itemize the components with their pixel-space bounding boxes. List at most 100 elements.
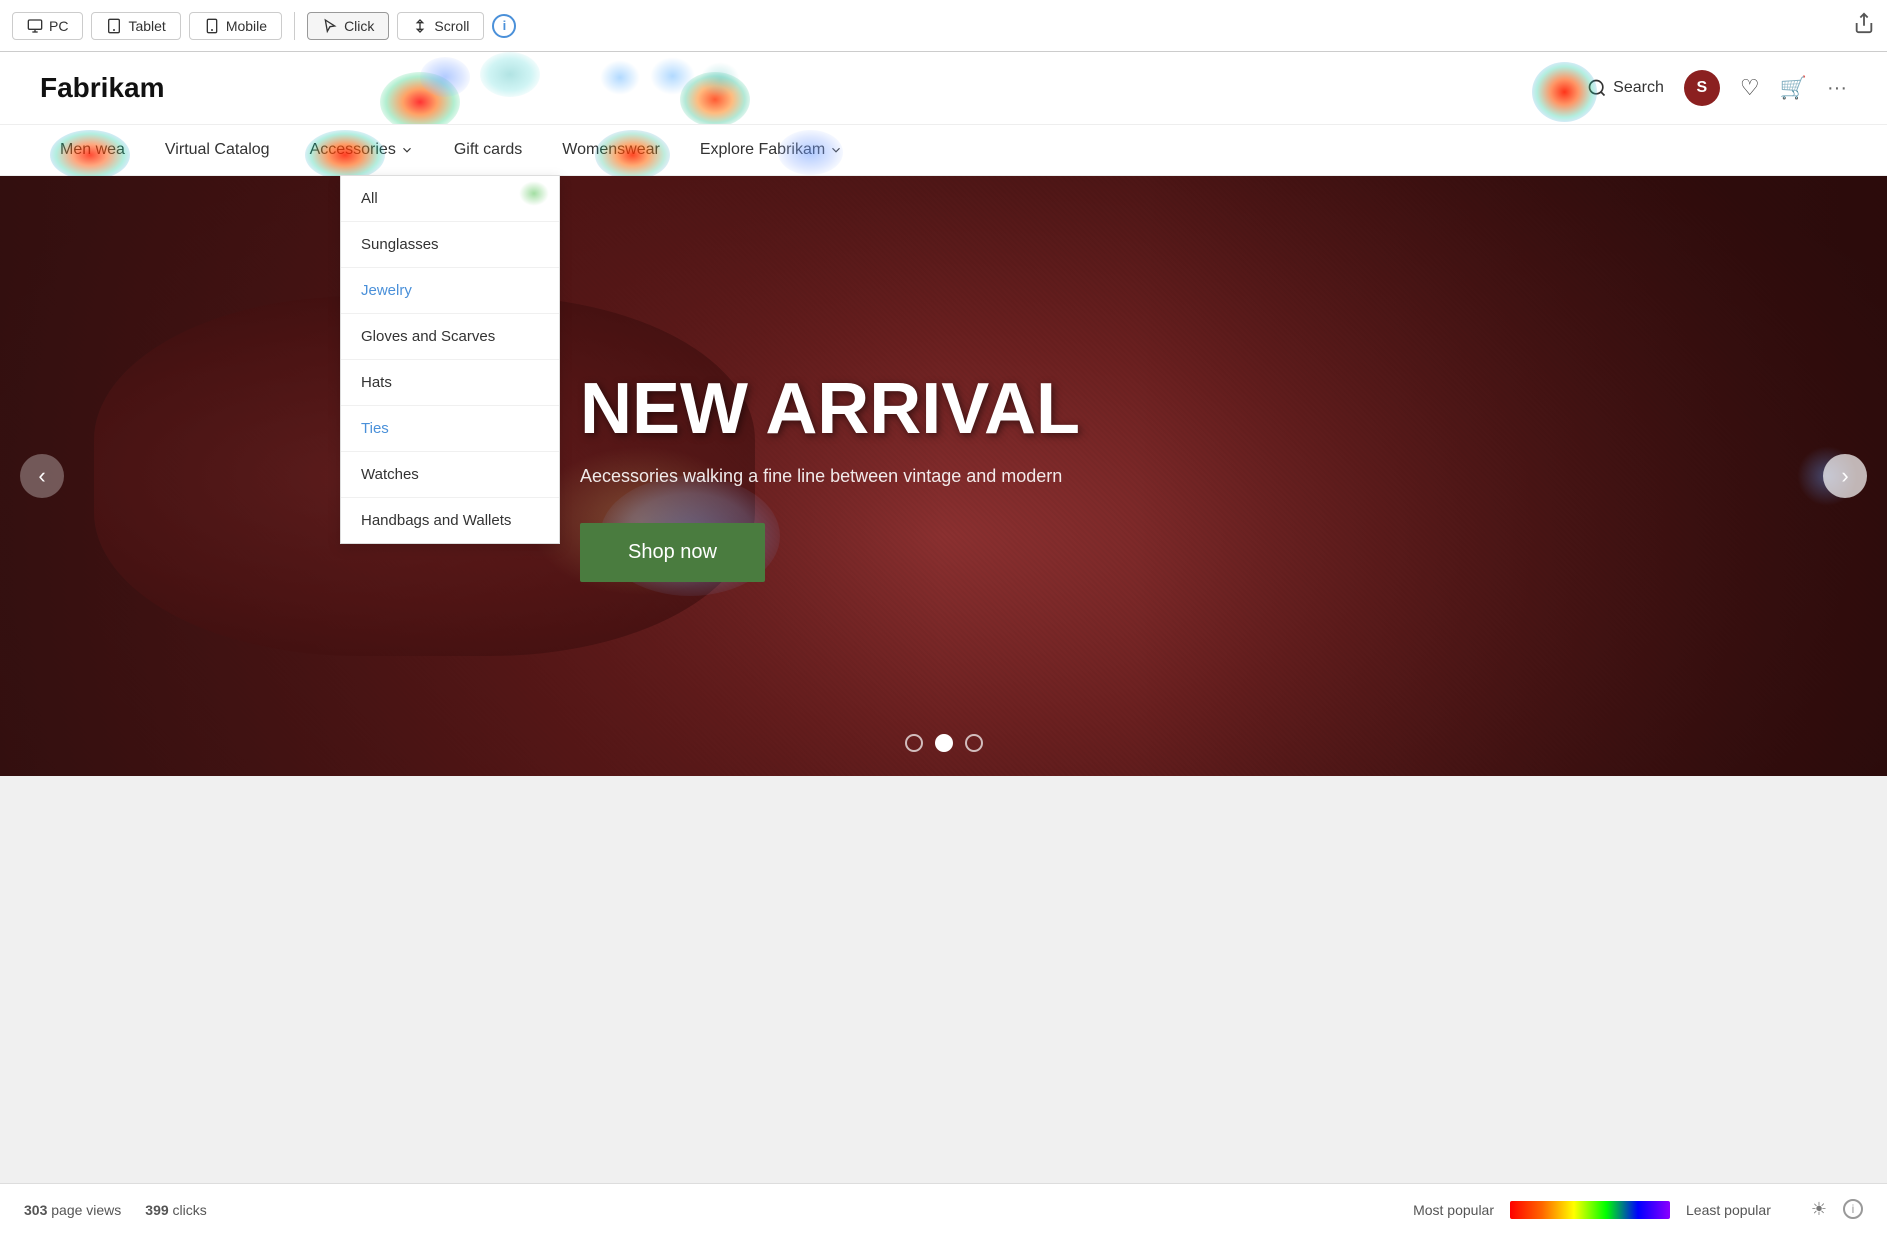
- shop-now-button[interactable]: Shop now: [580, 523, 765, 582]
- heatmap-blob-top3: [600, 60, 640, 95]
- heatmap-blob-all: [519, 181, 549, 206]
- hero-title-main: EW ARRIVAL: [632, 369, 1080, 449]
- nav-item-accessories[interactable]: Accessories: [290, 125, 434, 175]
- account-button[interactable]: S: [1684, 70, 1720, 106]
- nav-label-explore: Explore Fabrikam: [700, 141, 825, 159]
- hero-subtitle: Aecessories walking a fine line between …: [580, 466, 1080, 487]
- status-actions: ☀ i: [1811, 1199, 1863, 1220]
- chevron-down-icon: [400, 143, 414, 157]
- tablet-icon: [106, 18, 122, 34]
- share-button[interactable]: [1853, 12, 1875, 39]
- hero-title: NEW ARRIVAL: [580, 370, 1080, 449]
- tablet-button[interactable]: Tablet: [91, 12, 180, 40]
- hero-dots: [905, 734, 983, 752]
- hero-dot-2[interactable]: [935, 734, 953, 752]
- heatmap-blob-top2: [480, 52, 540, 97]
- page-views-label-text: page views: [51, 1202, 121, 1218]
- account-initial: S: [1697, 79, 1708, 97]
- mobile-label: Mobile: [226, 18, 267, 34]
- more-button[interactable]: ···: [1827, 77, 1847, 100]
- dropdown-label-jewelry: Jewelry: [361, 282, 412, 299]
- heatmap-blob-top5: [700, 62, 740, 97]
- tablet-label: Tablet: [128, 18, 165, 34]
- dropdown-label-gloves: Gloves and Scarves: [361, 328, 495, 345]
- pc-label: PC: [49, 18, 68, 34]
- dropdown-item-ties[interactable]: Ties: [341, 406, 559, 452]
- nav-item-explore[interactable]: Explore Fabrikam: [680, 125, 863, 175]
- dropdown-label-hats: Hats: [361, 374, 392, 391]
- cart-button[interactable]: 🛒: [1780, 75, 1807, 101]
- click-label: Click: [344, 18, 374, 34]
- dropdown-item-handbags[interactable]: Handbags and Wallets: [341, 498, 559, 543]
- hero-dot-1[interactable]: [905, 734, 923, 752]
- pc-button[interactable]: PC: [12, 12, 83, 40]
- mobile-button[interactable]: Mobile: [189, 12, 282, 40]
- clicks-label-text: clicks: [173, 1202, 207, 1218]
- dropdown-label-handbags: Handbags and Wallets: [361, 512, 511, 529]
- hero-title-prefix: N: [580, 369, 632, 449]
- heatmap-blob-accessories: [380, 72, 460, 124]
- search-label: Search: [1613, 79, 1664, 97]
- dropdown-label-all: All: [361, 190, 378, 207]
- hero-section: ‹ NEW ARRIVAL Aecessories walking a fine…: [0, 176, 1887, 776]
- site-nav: Men wea Virtual Catalog Accessories Gift…: [0, 125, 1887, 176]
- hero-subtitle-prefix: A: [580, 466, 592, 486]
- search-icon: [1587, 78, 1607, 98]
- dropdown-item-hats[interactable]: Hats: [341, 360, 559, 406]
- page-views-stat: 303 page views: [24, 1202, 121, 1218]
- search-button[interactable]: Search: [1587, 78, 1664, 98]
- toolbar-separator: [294, 12, 295, 40]
- clicks-count: 399: [145, 1202, 168, 1218]
- hero-dot-3[interactable]: [965, 734, 983, 752]
- nav-item-womenswear[interactable]: Womenswear: [542, 125, 680, 175]
- info-status-icon[interactable]: i: [1843, 1199, 1863, 1219]
- dropdown-label-sunglasses: Sunglasses: [361, 236, 439, 253]
- legend-gradient: [1510, 1201, 1670, 1219]
- scroll-label: Scroll: [434, 18, 469, 34]
- nav-item-menwear[interactable]: Men wea: [40, 125, 145, 175]
- page-views-count: 303: [24, 1202, 47, 1218]
- nav-item-virtualcatalog[interactable]: Virtual Catalog: [145, 125, 290, 175]
- info-icon: i: [503, 18, 507, 33]
- status-legend: Most popular Least popular ☀ i: [1413, 1199, 1863, 1220]
- hero-next-button[interactable]: ›: [1823, 454, 1867, 498]
- dropdown-item-gloves[interactable]: Gloves and Scarves: [341, 314, 559, 360]
- status-stats: 303 page views 399 clicks: [24, 1202, 207, 1218]
- cart-icon: 🛒: [1780, 75, 1807, 100]
- brightness-icon[interactable]: ☀: [1811, 1199, 1827, 1220]
- cursor-icon: [322, 18, 338, 34]
- wishlist-icon: ♡: [1740, 75, 1760, 100]
- wishlist-button[interactable]: ♡: [1740, 75, 1760, 101]
- clicks-stat: 399 clicks: [145, 1202, 206, 1218]
- chevron-down-explore-icon: [829, 143, 843, 157]
- site-header: Fabrikam Search S: [0, 52, 1887, 125]
- nav-label-womenswear: Womenswear: [562, 141, 660, 159]
- nav-item-giftcards[interactable]: Gift cards: [434, 125, 542, 175]
- dropdown-item-jewelry[interactable]: Jewelry: [341, 268, 559, 314]
- heatmap-blob-womenswear: [680, 72, 750, 124]
- nav-label-giftcards: Gift cards: [454, 141, 522, 159]
- mobile-icon: [204, 18, 220, 34]
- dropdown-item-all[interactable]: All: [341, 176, 559, 222]
- nav-label-menwear: Men wea: [60, 141, 125, 159]
- heatmap-blob-top4: [650, 57, 695, 95]
- site-frame: Fabrikam Search S: [0, 52, 1887, 776]
- click-button[interactable]: Click: [307, 12, 389, 40]
- hero-subtitle-main: ecessories walking a fine line between v…: [592, 466, 1062, 486]
- legend-least-label: Least popular: [1686, 1202, 1771, 1218]
- hero-content: NEW ARRIVAL Aecessories walking a fine l…: [500, 310, 1160, 641]
- header-actions: Search S ♡ 🛒 ···: [1587, 70, 1847, 106]
- pc-icon: [27, 18, 43, 34]
- dropdown-label-ties: Ties: [361, 420, 389, 437]
- info-button[interactable]: i: [492, 14, 516, 38]
- accessories-dropdown: All Sunglasses Jewelry Gloves and Scarve…: [340, 175, 560, 544]
- heatmap-blob-top1: [420, 57, 470, 97]
- dropdown-item-watches[interactable]: Watches: [341, 452, 559, 498]
- dropdown-item-sunglasses[interactable]: Sunglasses: [341, 222, 559, 268]
- toolbar: PC Tablet Mobile Click Scroll i: [0, 0, 1887, 52]
- site-logo[interactable]: Fabrikam: [40, 72, 165, 104]
- hero-prev-button[interactable]: ‹: [20, 454, 64, 498]
- scroll-button[interactable]: Scroll: [397, 12, 484, 40]
- legend-most-label: Most popular: [1413, 1202, 1494, 1218]
- share-icon: [1853, 12, 1875, 34]
